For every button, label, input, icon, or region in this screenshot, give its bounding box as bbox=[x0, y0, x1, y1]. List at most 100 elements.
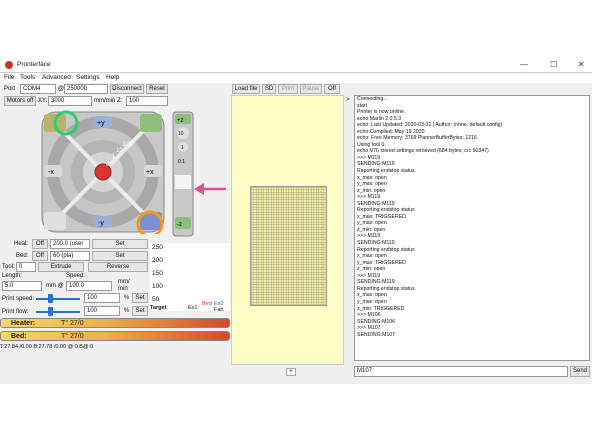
print-speed-slider[interactable] bbox=[36, 298, 80, 300]
send-button[interactable]: Send bbox=[570, 366, 590, 377]
legend-bed: Bed bbox=[202, 301, 212, 307]
menu-help[interactable]: Help bbox=[106, 74, 119, 81]
bed-bar: Bed: T° 27/0 bbox=[0, 331, 230, 341]
z-feedrate-field[interactable]: 100 bbox=[126, 96, 168, 106]
print-speed-pct: % bbox=[124, 295, 130, 301]
baud-select[interactable]: 250000 bbox=[64, 84, 108, 94]
window-title: Pronterface bbox=[17, 61, 51, 68]
command-input[interactable]: M107 bbox=[354, 366, 568, 377]
collapse-arrow-icon[interactable]: > bbox=[346, 97, 350, 103]
menu-advanced[interactable]: Advanced bbox=[42, 74, 71, 81]
extrude-button[interactable]: Extrude bbox=[38, 262, 84, 272]
port-select[interactable]: COM4 bbox=[20, 84, 56, 94]
ring-10-label: 10 bbox=[116, 148, 123, 154]
speed-unit-1: mm/ bbox=[118, 279, 130, 285]
graph-tick-250: 250 bbox=[152, 244, 163, 251]
disconnect-button[interactable]: Disconnect bbox=[110, 84, 144, 94]
off-button[interactable]: Off bbox=[324, 84, 340, 94]
z-step-01-label: 0.1 bbox=[178, 159, 185, 165]
minimize-icon[interactable]: — bbox=[520, 60, 528, 69]
bed-set-button[interactable]: Set bbox=[92, 251, 148, 261]
menu-bar: File Tools Advanced Settings Help bbox=[0, 73, 592, 83]
print-speed-set-button[interactable]: Set bbox=[132, 293, 148, 303]
z-jog-bar[interactable]: +z -z 10 1 0.1 bbox=[172, 111, 194, 237]
heat-select[interactable]: 200.0 (user bbox=[50, 239, 90, 249]
print-button[interactable]: Print bbox=[278, 84, 298, 94]
graph-tick-50: 50 bbox=[152, 296, 160, 303]
speed-unit-2: min bbox=[118, 286, 128, 292]
length-field[interactable]: 5.0 bbox=[2, 281, 42, 291]
home-z-button[interactable] bbox=[140, 114, 162, 132]
print-flow-set-button[interactable]: Set bbox=[132, 306, 148, 316]
z-step-1-label: 1 bbox=[181, 145, 184, 151]
print-flow-slider[interactable] bbox=[36, 311, 80, 313]
z-center bbox=[175, 175, 191, 189]
heat-set-button[interactable]: Set bbox=[92, 239, 148, 249]
print-speed-label: Print speed: bbox=[2, 296, 35, 302]
minus-z-label: -z bbox=[177, 222, 182, 228]
menu-file[interactable]: File bbox=[4, 74, 14, 81]
reset-button[interactable]: Reset bbox=[146, 84, 168, 94]
print-bed-grid bbox=[250, 186, 327, 306]
z-step-10-label: 10 bbox=[178, 131, 184, 137]
print-flow-label: Print flow: bbox=[2, 309, 29, 315]
graph-tick-100: 100 bbox=[152, 283, 163, 290]
status-line: T:27.84 /0.00 B:27.78 /0.00 @:0 B@:0 bbox=[0, 344, 94, 350]
heater-label: Heater: bbox=[11, 320, 36, 327]
pause-button[interactable]: Pause bbox=[300, 84, 322, 94]
pink-arrow-icon bbox=[194, 183, 226, 195]
heater-value: T° 27/0 bbox=[61, 320, 84, 327]
speed-label: Speed: bbox=[66, 273, 86, 279]
xy-unit-label: mm/min Z: bbox=[94, 98, 123, 104]
plus-z-label: +z bbox=[177, 118, 184, 124]
legend-ex1: Ex1 bbox=[188, 305, 198, 311]
tool-label: Tool: bbox=[2, 264, 15, 270]
print-flow-field[interactable]: 100 bbox=[84, 306, 120, 316]
console-line: SENDING:M107 bbox=[357, 331, 396, 338]
minus-x-label: -x bbox=[48, 169, 54, 176]
graph-tick-200: 200 bbox=[152, 257, 163, 264]
console-log[interactable]: Connecting... start Printer is now online.… bbox=[354, 95, 590, 361]
xy-feedrate-field[interactable]: 3000 bbox=[48, 96, 92, 106]
bed-bar-label: Bed: bbox=[11, 333, 27, 340]
length-unit: mm @ bbox=[46, 283, 64, 289]
speed-field[interactable]: 100.0 bbox=[66, 281, 112, 291]
xy-label: XY: bbox=[38, 98, 48, 104]
print-flow-thumb[interactable] bbox=[48, 307, 53, 316]
bed-off-button[interactable]: Off bbox=[32, 251, 48, 261]
zoom-plus-button[interactable]: + bbox=[286, 368, 296, 376]
bed-select[interactable]: 60 (pla) bbox=[50, 251, 90, 261]
graph-tick-150: 150 bbox=[152, 270, 163, 277]
ring-100-label: 100 bbox=[123, 142, 134, 148]
plus-x-label: +x bbox=[146, 169, 154, 176]
plus-y-label: +y bbox=[97, 120, 105, 127]
sd-button[interactable]: SD bbox=[262, 84, 276, 94]
heat-label: Heat: bbox=[14, 241, 29, 247]
ring-01-label: 0.1 bbox=[106, 162, 113, 168]
bed-label: Bed: bbox=[16, 253, 29, 259]
port-label: Port bbox=[4, 86, 16, 92]
legend-fan: Fan bbox=[214, 307, 224, 313]
length-label: Length: bbox=[2, 273, 23, 279]
reverse-button[interactable]: Reverse bbox=[88, 262, 148, 272]
maximize-icon[interactable]: ☐ bbox=[550, 60, 557, 69]
motors-off-button[interactable]: Motors off bbox=[4, 96, 36, 106]
print-speed-thumb[interactable] bbox=[48, 294, 53, 303]
pronterface-window: File Tools Advanced Settings Help Port C… bbox=[0, 72, 592, 384]
xy-jog-pad[interactable]: +y -y -x +x 100 10 1 0.1 bbox=[40, 110, 166, 234]
temperature-graph: 250 200 150 100 50 Target Ex1 Bed Ex0 Fa… bbox=[150, 243, 230, 313]
menu-settings[interactable]: Settings bbox=[76, 74, 100, 81]
app-icon bbox=[5, 61, 13, 69]
print-flow-pct: % bbox=[124, 308, 130, 314]
print-speed-field[interactable]: 100 bbox=[84, 293, 120, 303]
minus-y-label: -y bbox=[98, 220, 104, 227]
home-all-corner-button[interactable] bbox=[44, 212, 66, 230]
bed-bar-value: T° 27/0 bbox=[61, 333, 84, 340]
heater-bar: Heater: T° 27/0 bbox=[0, 318, 230, 328]
legend-target: Target bbox=[150, 305, 167, 311]
close-icon[interactable]: ✕ bbox=[578, 60, 585, 69]
menu-tools[interactable]: Tools bbox=[20, 74, 35, 81]
heat-off-button[interactable]: Off bbox=[32, 239, 48, 249]
tool-select[interactable]: 0 bbox=[16, 262, 36, 272]
load-file-button[interactable]: Load file bbox=[232, 84, 260, 94]
